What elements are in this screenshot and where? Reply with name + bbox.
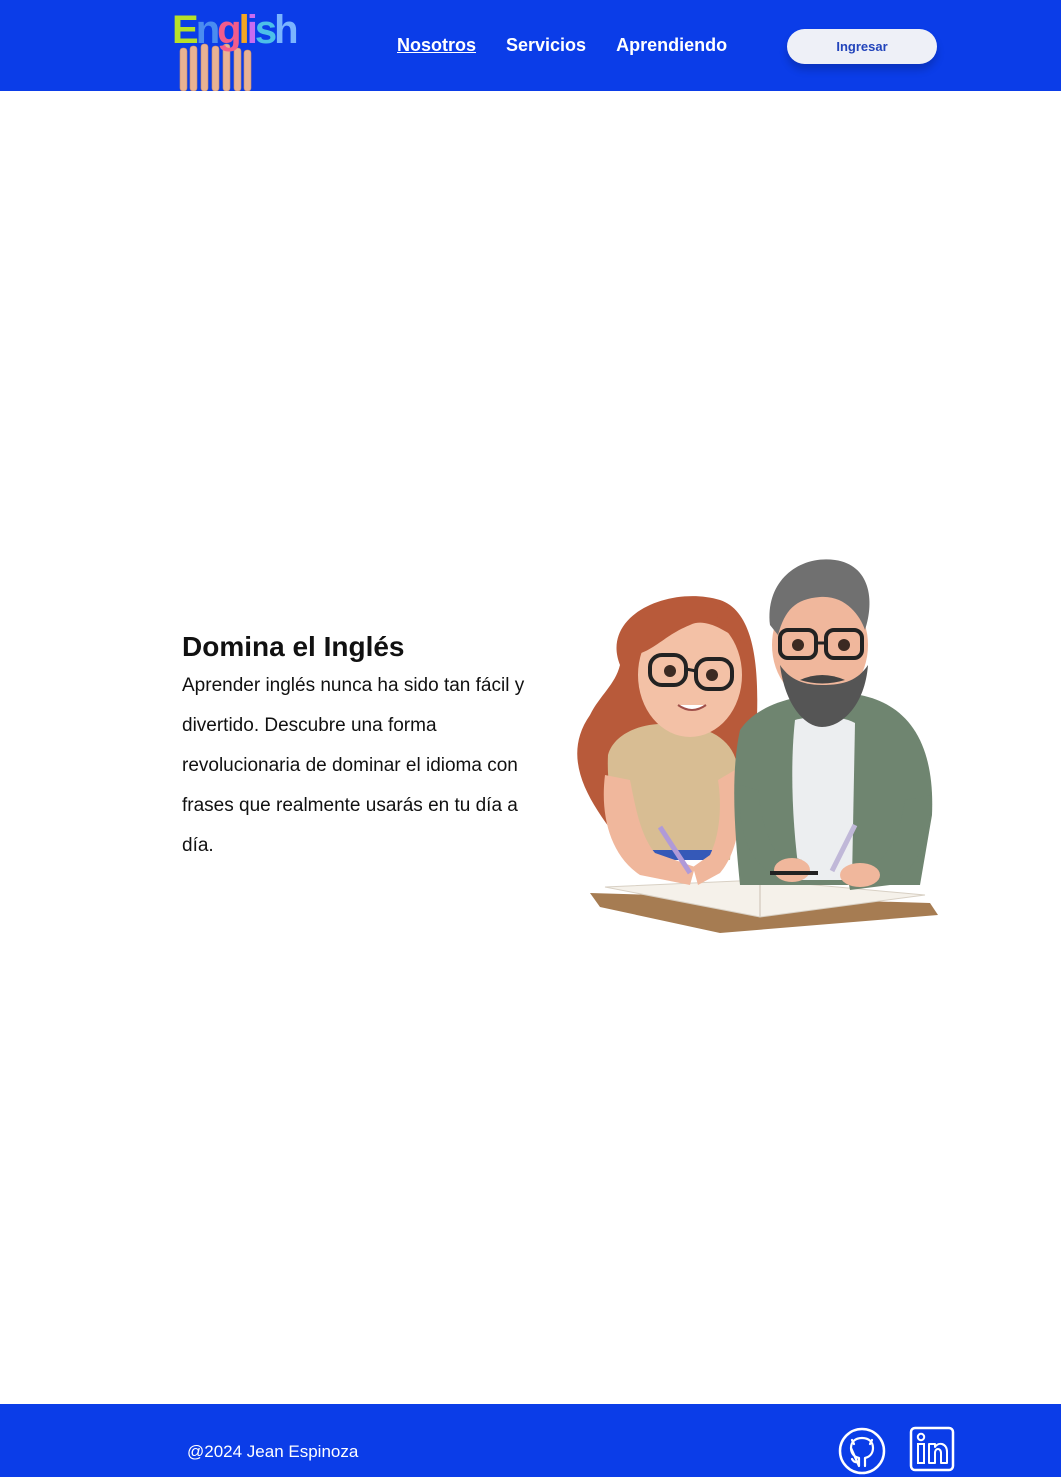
site-header: English Nosotros Servicios Aprendiendo I…	[0, 0, 1061, 91]
login-button[interactable]: Ingresar	[787, 29, 937, 64]
logo-word: English	[172, 8, 299, 52]
logo-letter: n	[195, 8, 221, 52]
github-icon[interactable]	[837, 1426, 887, 1476]
nav-link-nosotros[interactable]: Nosotros	[397, 35, 476, 59]
logo-letter: h	[274, 8, 299, 52]
logo-letter: l	[238, 8, 250, 52]
logo-letter: E	[172, 8, 199, 52]
hero-description: Aprender inglés nunca ha sido tan fácil …	[182, 675, 525, 856]
logo-letter: s	[254, 8, 277, 52]
logo-letter: i	[246, 8, 258, 52]
logo-letter: g	[217, 8, 242, 52]
main-nav: Nosotros Servicios Aprendiendo	[397, 35, 727, 59]
site-footer: @2024 Jean Espinoza	[0, 1404, 1061, 1477]
linkedin-icon[interactable]	[909, 1426, 955, 1472]
hero-text: Domina el Inglés Aprender inglés nunca h…	[182, 630, 532, 866]
two-people-studying-illustration	[577, 559, 938, 933]
english-logo[interactable]: English	[170, 8, 299, 91]
hero-title: Domina el Inglés	[182, 631, 405, 662]
nav-link-servicios[interactable]: Servicios	[506, 35, 586, 59]
copyright-text: @2024 Jean Espinoza	[187, 1442, 359, 1461]
nav-link-aprendiendo[interactable]: Aprendiendo	[616, 35, 727, 59]
